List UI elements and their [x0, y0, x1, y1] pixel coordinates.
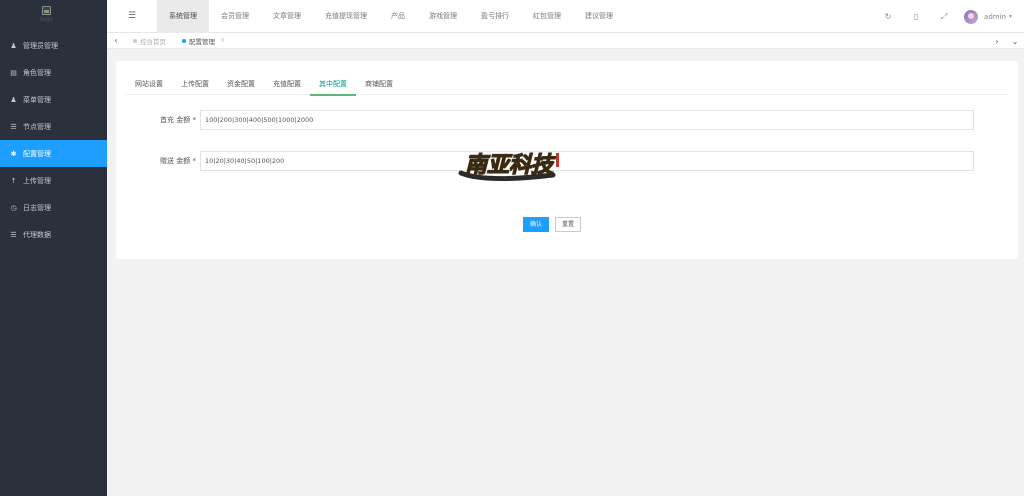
config-card: 网站设置上传配置资金配置充值配置其中配置商铺配置 首充 金额 * 赠送 金额 *…	[116, 61, 1018, 259]
upload-icon: ↑	[10, 176, 17, 185]
top-nav-item[interactable]: 充值提现管理	[313, 0, 379, 33]
fullscreen-icon[interactable]: ⤢	[930, 12, 958, 22]
user-icon: ♟	[10, 41, 17, 50]
sidebar-item[interactable]: ☰ 代理数据	[0, 221, 107, 248]
header-actions: ↻ ▯ ⤢ admin ▾	[874, 0, 1024, 33]
config-subtab[interactable]: 其中配置	[310, 73, 356, 96]
gear-icon: ✱	[10, 149, 17, 158]
tab-dot-icon	[182, 38, 186, 43]
sidebar-item-label: 管理员管理	[23, 41, 58, 50]
form-row-first-recharge: 首充 金额 *	[116, 110, 974, 130]
avatar[interactable]	[964, 9, 979, 24]
config-subtab[interactable]: 资金配置	[218, 73, 264, 95]
config-subtab[interactable]: 网站设置	[126, 73, 172, 95]
chevron-down-icon[interactable]: ▾	[1009, 13, 1012, 20]
sidebar-item[interactable]: ↑ 上传管理	[0, 167, 107, 194]
config-subtab[interactable]: 充值配置	[264, 73, 310, 95]
sidebar-item[interactable]: ♟ 菜单管理	[0, 86, 107, 113]
bonus-amount-input[interactable]	[200, 151, 974, 171]
top-nav-item[interactable]: 建议管理	[573, 0, 625, 33]
sidebar-item-label: 菜单管理	[23, 95, 51, 104]
refresh-icon[interactable]: ↻	[874, 12, 902, 21]
top-nav-item[interactable]: 文章管理	[261, 0, 313, 33]
sidebar-item-label: 角色管理	[23, 68, 51, 77]
svg-text:南亚科技: 南亚科技	[465, 152, 556, 178]
watermark-logo: 南亚科技	[458, 151, 559, 182]
logo[interactable]: logo	[0, 0, 107, 32]
page-tabbar: ‹ 控台首页 配置管理 × › ⌄	[107, 33, 1024, 49]
config-subtab[interactable]: 商铺配置	[356, 73, 402, 95]
chevron-left-icon[interactable]: ‹	[107, 36, 125, 45]
chevron-down-icon[interactable]: ⌄	[1006, 37, 1024, 46]
sidebar-item[interactable]: ☰ 节点管理	[0, 113, 107, 140]
broken-image-icon: logo	[40, 6, 53, 23]
user-name[interactable]: admin	[984, 13, 1006, 21]
id-card-icon: ▤	[10, 68, 17, 77]
reset-button[interactable]: 重置	[555, 217, 582, 232]
tab-dot-icon	[133, 38, 137, 43]
image-placeholder-icon	[41, 6, 51, 15]
top-nav: 系统管理 会员管理 文章管理 充值提现管理 产品 游戏管理 盈亏排行 红包管理 建议管理	[157, 0, 625, 33]
top-nav-item[interactable]: 产品	[379, 0, 417, 33]
top-nav-item[interactable]: 会员管理	[209, 0, 261, 33]
sidebar: logo ♟ 管理员管理 ▤ 角色管理 ♟ 菜单管理 ☰ 节点管理 ✱ 配置管理 ↑ 上传管理 ◷ 日志管…	[0, 0, 107, 496]
list-icon: ☰	[10, 230, 17, 239]
field-label: 首充 金额 *	[160, 116, 196, 124]
sidebar-item[interactable]: ♟ 管理员管理	[0, 32, 107, 59]
page-tab-label: 配置管理	[189, 37, 215, 46]
sidebar-item-label: 日志管理	[23, 203, 51, 212]
top-header: ☰ 系统管理 会员管理 文章管理 充值提现管理 产品 游戏管理 盈亏排行 红包管理 建议管理 ↻…	[107, 0, 1024, 33]
logo-alt-text: logo	[40, 16, 53, 23]
page-tab[interactable]: 配置管理 ×	[174, 33, 233, 49]
top-nav-item[interactable]: 红包管理	[521, 0, 573, 33]
menu-toggle-icon[interactable]: ☰	[107, 0, 157, 33]
top-nav-item[interactable]: 系统管理	[157, 0, 209, 33]
chevron-right-icon[interactable]: ›	[988, 37, 1006, 46]
sidebar-item[interactable]: ✱ 配置管理	[0, 140, 107, 167]
user-icon: ♟	[10, 95, 17, 104]
sidebar-item-label: 配置管理	[23, 149, 51, 158]
first-recharge-amount-input[interactable]	[200, 110, 974, 130]
clock-icon: ◷	[10, 203, 17, 212]
page-tabs: 控台首页 配置管理 ×	[125, 33, 233, 49]
list-icon: ☰	[10, 122, 17, 131]
tabbar-controls: › ⌄	[988, 33, 1024, 49]
sidebar-item-label: 代理数据	[23, 230, 51, 239]
top-nav-item[interactable]: 游戏管理	[417, 0, 469, 33]
top-nav-item[interactable]: 盈亏排行	[469, 0, 521, 33]
page-tab[interactable]: 控台首页	[125, 33, 174, 49]
sidebar-menu: ♟ 管理员管理 ▤ 角色管理 ♟ 菜单管理 ☰ 节点管理 ✱ 配置管理 ↑ 上传管理 ◷ 日志管理 ☰ 代理数…	[0, 32, 107, 248]
confirm-button[interactable]: 确认	[523, 217, 550, 232]
sidebar-item-label: 节点管理	[23, 122, 51, 131]
close-icon[interactable]: ×	[220, 37, 225, 44]
note-icon[interactable]: ▯	[902, 12, 930, 21]
sidebar-item-label: 上传管理	[23, 176, 51, 185]
field-label: 赠送 金额 *	[160, 157, 196, 165]
sidebar-item[interactable]: ◷ 日志管理	[0, 194, 107, 221]
config-subtab[interactable]: 上传配置	[172, 73, 218, 95]
page-tab-label: 控台首页	[140, 37, 166, 46]
sidebar-item[interactable]: ▤ 角色管理	[0, 59, 107, 86]
config-subtabs: 网站设置 上传配置 资金配置 充值配置 其中配置 商铺配置	[126, 73, 1008, 96]
